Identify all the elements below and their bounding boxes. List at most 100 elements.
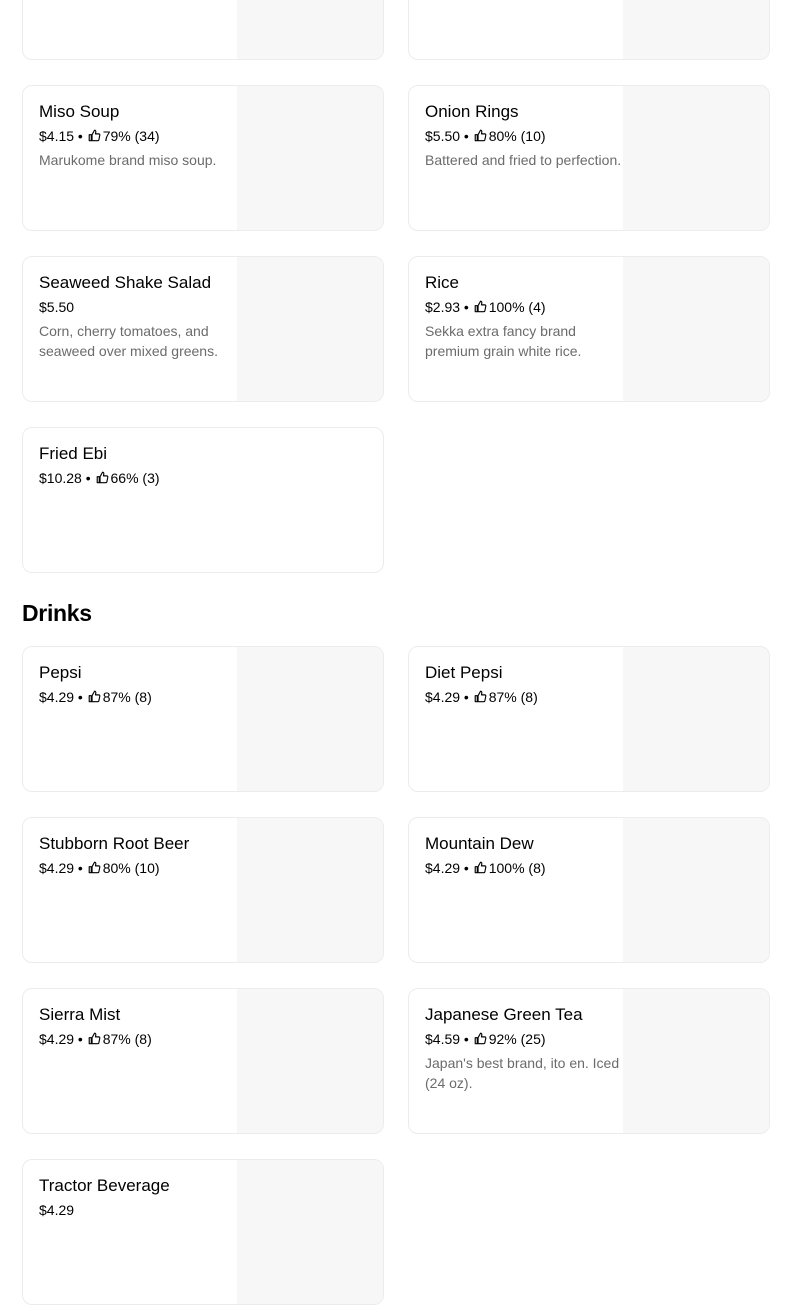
menu-item-info: Tractor Beverage $4.29	[39, 1176, 239, 1219]
menu-item-description: Japan's best brand, ito en. Iced (24 oz)…	[425, 1055, 620, 1091]
thumbs-up-icon	[88, 861, 101, 874]
menu-item-card[interactable]	[408, 0, 770, 60]
menu-item-price: $4.59	[425, 1031, 461, 1047]
menu-item-info: Japanese Green Tea $4.59 • 92% (25) Japan'…	[425, 1005, 625, 1093]
menu-item-card[interactable]: Japanese Green Tea $4.59 • 92% (25) Japan'…	[408, 988, 770, 1134]
menu-item-card[interactable]: Sierra Mist $4.29 • 87% (8)	[22, 988, 384, 1134]
menu-item-meta: $4.15 • 79% (34)	[39, 127, 239, 145]
menu-item-rating: 87% (8)	[102, 689, 152, 705]
menu-item-price: $5.50	[39, 299, 75, 315]
menu-item-meta: $4.29 • 87% (8)	[425, 688, 625, 706]
menu-item-card[interactable]: Tractor Beverage $4.29	[22, 1159, 384, 1305]
thumbs-up-icon	[88, 129, 101, 142]
thumbs-up-icon	[88, 690, 101, 703]
menu-item-name: Seaweed Shake Salad	[39, 273, 212, 292]
menu-item-description: Sekka extra fancy brand premium grain wh…	[425, 323, 582, 359]
menu-item-card[interactable]: Diet Pepsi $4.29 • 87% (8)	[408, 646, 770, 792]
menu-item-name: Diet Pepsi	[425, 663, 503, 682]
section-title-drinks: Drinks	[22, 600, 92, 626]
menu-item-info: Stubborn Root Beer $4.29 • 80% (10)	[39, 834, 239, 877]
menu-item-card[interactable]: Mountain Dew $4.29 • 100% (8)	[408, 817, 770, 963]
menu-item-image	[237, 0, 383, 59]
menu-item-price: $4.29	[39, 860, 75, 876]
thumbs-up-icon	[474, 690, 487, 703]
meta-separator: •	[74, 1031, 87, 1047]
menu-item-meta: $4.29 • 100% (8)	[425, 859, 625, 877]
menu-item-meta: $2.93 • 100% (4)	[425, 298, 625, 316]
menu-item-card[interactable]: Fried Ebi $10.28 • 66% (3)	[22, 427, 384, 573]
menu-item-meta: $4.29 • 80% (10)	[39, 859, 239, 877]
menu-item-info: Fried Ebi $10.28 • 66% (3)	[39, 444, 239, 487]
meta-separator: •	[460, 689, 473, 705]
menu-item-image	[623, 818, 769, 962]
menu-item-price: $4.29	[425, 689, 461, 705]
menu-item-rating: 66% (3)	[110, 470, 160, 486]
menu-item-info: Pepsi $4.29 • 87% (8)	[39, 663, 239, 706]
menu-item-card[interactable]: Pepsi $4.29 • 87% (8)	[22, 646, 384, 792]
menu-item-card[interactable]: Rice $2.93 • 100% (4) Sekka extra fancy br…	[408, 256, 770, 402]
menu-item-meta: $4.29 • 87% (8)	[39, 1030, 239, 1048]
menu-item-image	[237, 989, 383, 1133]
menu-item-rating: 79% (34)	[102, 128, 160, 144]
meta-separator: •	[460, 128, 473, 144]
menu-item-rating: 100% (4)	[488, 299, 546, 315]
menu-item-name: Tractor Beverage	[39, 1176, 170, 1195]
menu-item-name: Onion Rings	[425, 102, 519, 121]
menu-item-image	[623, 86, 769, 230]
menu-item-image	[237, 1160, 383, 1304]
meta-separator: •	[74, 128, 87, 144]
menu-item-rating: 92% (25)	[488, 1031, 546, 1047]
menu-item-info: Miso Soup $4.15 • 79% (34) Marukome brand …	[39, 102, 239, 170]
menu-item-price: $2.93	[425, 299, 461, 315]
menu-item-price: $4.15	[39, 128, 75, 144]
menu-item-image	[237, 818, 383, 962]
menu-item-price: $4.29	[425, 860, 461, 876]
menu-item-name: Japanese Green Tea	[425, 1005, 583, 1024]
menu-item-name: Miso Soup	[39, 102, 120, 121]
menu-item-info: Mountain Dew $4.29 • 100% (8)	[425, 834, 625, 877]
menu-item-meta: $5.50	[39, 298, 239, 316]
menu-item-rating: 80% (10)	[102, 860, 160, 876]
menu-item-info: Sierra Mist $4.29 • 87% (8)	[39, 1005, 239, 1048]
menu-item-rating: 100% (8)	[488, 860, 546, 876]
menu-item-description: Battered and fried to perfection.	[425, 152, 622, 168]
menu-item-rating: 87% (8)	[488, 689, 538, 705]
menu-item-price: $4.29	[39, 1031, 75, 1047]
menu-item-card[interactable]: Stubborn Root Beer $4.29 • 80% (10)	[22, 817, 384, 963]
thumbs-up-icon	[474, 1032, 487, 1045]
menu-item-image	[623, 647, 769, 791]
menu-item-image	[237, 647, 383, 791]
menu-item-card[interactable]: Miso Soup $4.15 • 79% (34) Marukome brand …	[22, 85, 384, 231]
thumbs-up-icon	[474, 861, 487, 874]
menu-item-info: Diet Pepsi $4.29 • 87% (8)	[425, 663, 625, 706]
menu-item-meta: $10.28 • 66% (3)	[39, 469, 239, 487]
menu-item-image	[623, 257, 769, 401]
menu-item-price: $4.29	[39, 689, 75, 705]
menu-item-price: $4.29	[39, 1202, 75, 1218]
meta-separator: •	[460, 1031, 473, 1047]
menu-item-card[interactable]: Onion Rings $5.50 • 80% (10) Battered and …	[408, 85, 770, 231]
menu-item-rating: 80% (10)	[488, 128, 546, 144]
thumbs-up-icon	[474, 300, 487, 313]
meta-separator: •	[74, 860, 87, 876]
menu-item-image	[237, 257, 383, 401]
thumbs-up-icon	[96, 471, 108, 484]
menu-item-name: Pepsi	[39, 663, 82, 682]
menu-item-name: Stubborn Root Beer	[39, 834, 190, 853]
menu-item-description: Marukome brand miso soup.	[39, 152, 217, 168]
menu-item-meta: $4.29 • 87% (8)	[39, 688, 239, 706]
meta-separator: •	[460, 860, 473, 876]
thumbs-up-icon	[474, 129, 487, 142]
thumbs-up-icon	[88, 1032, 101, 1045]
menu-item-card[interactable]: Seaweed Shake Salad $5.50 Corn, cherry tom…	[22, 256, 384, 402]
menu-item-name: Mountain Dew	[425, 834, 534, 853]
menu-item-meta: $5.50 • 80% (10)	[425, 127, 625, 145]
menu-item-price: $10.28	[39, 470, 82, 486]
menu-item-info: Rice $2.93 • 100% (4) Sekka extra fancy br…	[425, 273, 625, 361]
meta-separator: •	[74, 689, 87, 705]
menu-item-image	[623, 0, 769, 59]
menu-item-card[interactable]	[22, 0, 384, 60]
meta-separator: •	[81, 470, 95, 486]
menu-item-name: Fried Ebi	[39, 444, 108, 463]
menu-item-meta: $4.59 • 92% (25)	[425, 1030, 625, 1048]
